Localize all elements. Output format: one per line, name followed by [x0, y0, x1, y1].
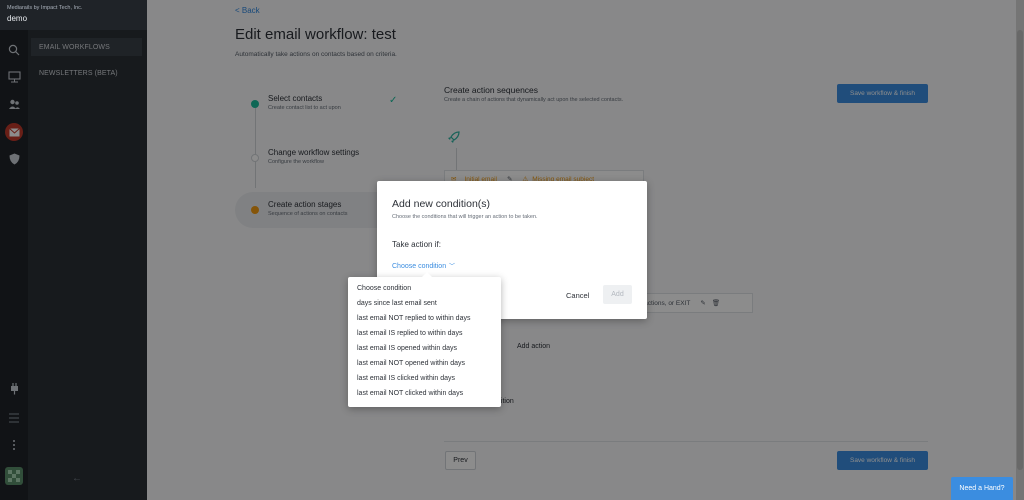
dropdown-option[interactable]: days since last email sent	[357, 300, 437, 307]
modal-subtitle: Choose the conditions that will trigger …	[392, 214, 538, 220]
choose-condition-label: Choose condition	[392, 263, 447, 270]
modal-title: Add new condition(s)	[392, 198, 491, 210]
choose-condition-select[interactable]: Choose condition ﹀	[392, 261, 455, 270]
dropdown-option[interactable]: last email IS opened within days	[357, 345, 457, 352]
need-help-button[interactable]: Need a Hand?	[951, 477, 1013, 500]
chevron-down-icon: ﹀	[449, 264, 456, 270]
dropdown-option[interactable]: last email IS clicked within days	[357, 375, 455, 382]
take-action-label: Take action if:	[392, 240, 441, 249]
dropdown-option[interactable]: Choose condition	[357, 285, 411, 292]
company-name: Mediarails by Impact Tech, Inc.	[7, 5, 83, 11]
account-name[interactable]: demo	[7, 14, 27, 23]
dropdown-option[interactable]: last email NOT opened within days	[357, 360, 465, 367]
condition-dropdown: Choose condition days since last email s…	[348, 272, 501, 407]
org-header: Mediarails by Impact Tech, Inc. demo	[0, 0, 147, 30]
add-button[interactable]: Add	[603, 285, 632, 304]
cancel-button[interactable]: Cancel	[566, 291, 589, 300]
dropdown-caret	[422, 272, 432, 277]
dropdown-option[interactable]: last email IS replied to within days	[357, 330, 462, 337]
dropdown-option[interactable]: last email NOT replied to within days	[357, 315, 470, 322]
dropdown-option[interactable]: last email NOT clicked within days	[357, 390, 463, 397]
app-root: Mediarails by Impact Tech, Inc. demo EMA…	[0, 0, 1024, 500]
